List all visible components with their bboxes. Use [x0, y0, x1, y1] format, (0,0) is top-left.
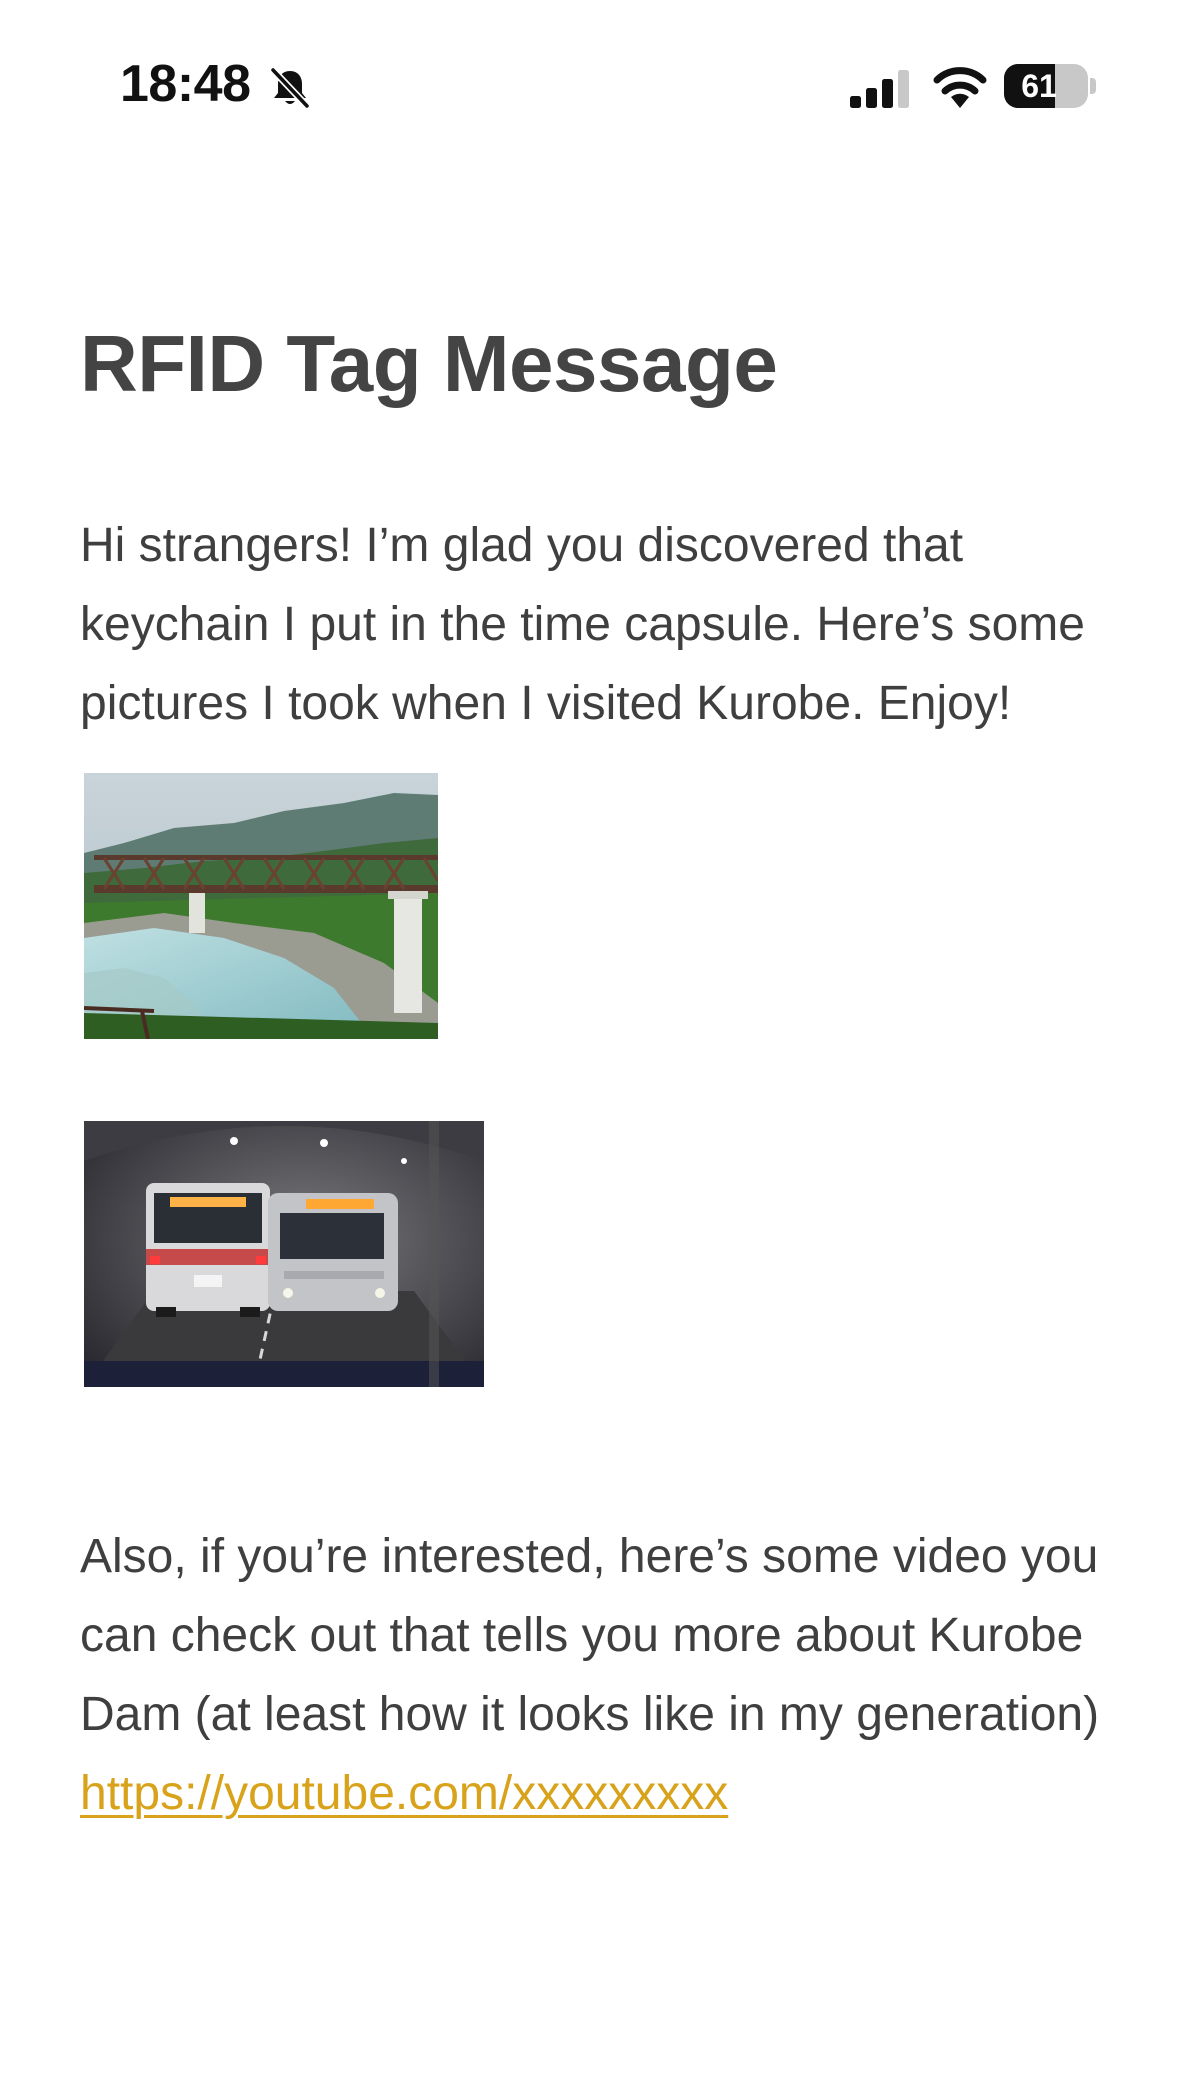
battery-level-text: 61 [1021, 68, 1057, 104]
intro-paragraph: Hi strangers! I’m glad you discovered th… [80, 519, 1085, 730]
bell-slash-icon [269, 66, 311, 110]
tunnel-bus-photo [84, 1121, 484, 1387]
status-bar: 18:48 61 [0, 0, 1179, 180]
bridge-photo [84, 773, 438, 1039]
cellular-signal-icon [850, 70, 909, 108]
status-time: 18:48 [120, 55, 251, 113]
battery-icon: 61 [1004, 64, 1096, 108]
outro-paragraph: Also, if you’re interested, here’s some … [80, 1530, 1100, 1741]
message-content: RFID Tag Message Hi strangers! I’m glad … [80, 320, 1100, 1833]
youtube-video-link[interactable]: https://youtube.com/xxxxxxxxx [80, 1754, 728, 1833]
wifi-icon [933, 67, 987, 108]
page-title: RFID Tag Message [80, 319, 778, 408]
